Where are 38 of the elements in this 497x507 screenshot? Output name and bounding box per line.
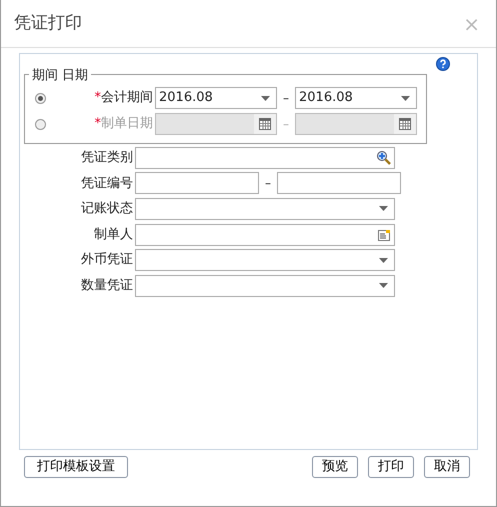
caret-icon	[401, 96, 410, 100]
range-dash: –	[282, 116, 290, 133]
calendar-icon	[254, 114, 276, 134]
dropdown-field[interactable]	[135, 249, 395, 272]
field-label: 凭证类别	[80, 149, 134, 168]
caret-icon	[261, 96, 270, 100]
dialog-button[interactable]: 打印	[368, 456, 414, 478]
range-dash: –	[282, 90, 290, 107]
dialog-button[interactable]: 取消	[424, 456, 470, 478]
dropdown-field[interactable]	[135, 274, 395, 297]
caret-icon	[379, 258, 388, 263]
caret-icon	[379, 283, 388, 288]
lookup-field[interactable]	[135, 146, 395, 169]
dropdown-field[interactable]: 2016.08	[295, 87, 417, 109]
dropdown-field[interactable]	[135, 198, 395, 220]
picker-field[interactable]	[135, 224, 395, 246]
calendar-icon	[394, 114, 416, 134]
field-label: 制单人	[93, 226, 134, 244]
dropdown-field[interactable]: 2016.08	[155, 87, 277, 109]
list-icon	[378, 228, 390, 241]
range-dash: –	[264, 175, 272, 192]
field-label: 凭证编号	[80, 174, 134, 193]
radio-button[interactable]	[35, 92, 46, 104]
field-label: 外币凭证	[80, 251, 134, 270]
field-label: 记账状态	[80, 200, 134, 218]
field-value: 2016.08	[299, 89, 353, 108]
field-label: *会计期间	[94, 89, 153, 108]
window-title: 凭证打印	[14, 12, 82, 35]
caret-icon	[379, 206, 388, 212]
dialog-button[interactable]: 打印模板设置	[24, 456, 128, 478]
input-field[interactable]	[135, 172, 259, 194]
field-label: 数量凭证	[80, 277, 134, 296]
field-label: *制单日期	[94, 115, 153, 134]
help-icon[interactable]	[436, 57, 450, 71]
field-value: 2016.08	[159, 89, 213, 108]
input-field[interactable]	[277, 172, 401, 194]
magnifier-icon	[376, 150, 392, 166]
dialog-button[interactable]: 预览	[312, 456, 358, 478]
